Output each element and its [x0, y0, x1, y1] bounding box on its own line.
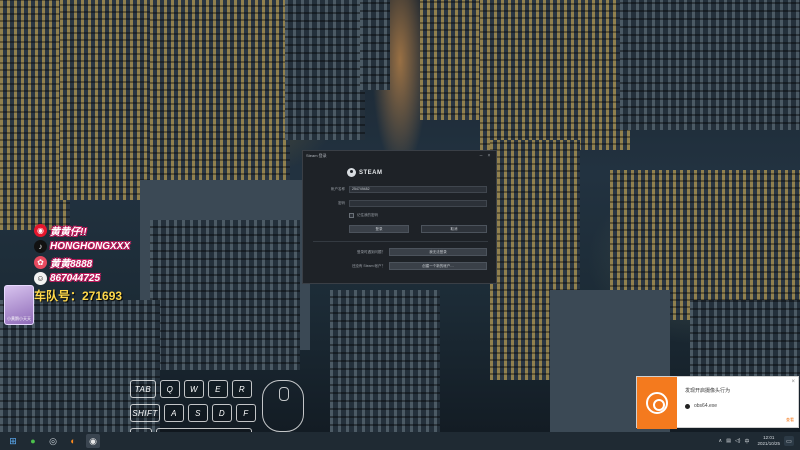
key-s: S — [188, 404, 208, 422]
network-icon[interactable]: ▤ — [726, 438, 731, 444]
create-account-button[interactable]: 创建一个新的帐户… — [389, 262, 487, 270]
password-label: 密码 — [338, 201, 345, 205]
password-row: 密码 — [303, 200, 498, 207]
building — [150, 0, 290, 180]
other-handle: 黄黄8888 — [50, 258, 93, 270]
steam-login-dialog: Steam 登录 – × STEAM 帐户名称 254749482 密码 记住我… — [302, 150, 497, 284]
cancel-button[interactable]: 取消 — [421, 225, 487, 233]
douyin-line: ♪ HONGHONGXXX — [34, 238, 130, 254]
steam-icon — [347, 168, 356, 177]
key-q: Q — [160, 380, 180, 398]
close-icon[interactable]: × — [791, 379, 795, 385]
windows-start-icon[interactable]: ⊞ — [6, 434, 20, 448]
360-icon[interactable]: ● — [26, 434, 40, 448]
building — [480, 0, 630, 150]
key-r: R — [232, 380, 252, 398]
obs-icon[interactable]: ◉ — [86, 434, 100, 448]
close-icon[interactable]: × — [485, 153, 493, 159]
dialog-titlebar[interactable]: Steam 登录 – × — [303, 151, 496, 161]
view-link[interactable]: 查看 — [786, 417, 794, 423]
account-name-input[interactable]: 254749482 — [349, 186, 487, 193]
notification-title: 发现开启摄像头行为 — [685, 388, 731, 394]
key-d: D — [212, 404, 232, 422]
streamer-avatar: 小黄鹅小天天 — [4, 285, 34, 325]
firefox-icon[interactable]: ◐ — [66, 434, 80, 448]
minimize-icon[interactable]: – — [477, 153, 485, 159]
other-line: ✿ 黄黄8888 — [34, 254, 130, 270]
notification-center-icon[interactable]: ▭ — [784, 436, 794, 446]
key-tab: TAB — [130, 380, 156, 398]
weibo-handle: 黄黄仔!! — [50, 226, 87, 238]
mouse-icon — [262, 380, 304, 432]
building — [420, 0, 480, 120]
notification-process: obs64.exe — [685, 403, 717, 409]
password-input[interactable] — [349, 200, 487, 207]
account-row: 帐户名称 254749482 — [303, 186, 498, 193]
forgot-row: 登录时遇到问题？ 我无法登录 — [303, 248, 498, 256]
douyin-icon: ♪ — [34, 239, 47, 253]
building — [150, 220, 300, 370]
key-shift: SHIFT — [130, 404, 160, 422]
process-name: obs64.exe — [694, 403, 718, 409]
volume-icon[interactable]: ◁) — [735, 438, 741, 444]
obs-icon — [685, 403, 690, 409]
remember-label: 记住我的密码 — [357, 213, 378, 217]
streamer-overlay: ◉ 黄黄仔!! ♪ HONGHONGXXX ✿ 黄黄8888 ☺ 8670447… — [34, 222, 130, 286]
system-tray: ∧ ▤ ◁) 中 12:01 2021/10/25 ▭ — [719, 432, 794, 450]
steam-wordmark: STEAM — [359, 169, 383, 176]
app-icon: ✿ — [34, 255, 47, 269]
weibo-line: ◉ 黄黄仔!! — [34, 222, 130, 238]
key-a: A — [164, 404, 184, 422]
douyin-handle: HONGHONGXXX — [50, 240, 131, 252]
steam-icon[interactable]: ◎ — [46, 434, 60, 448]
avatar-caption: 小黄鹅小天天 — [7, 316, 31, 321]
dialog-title: Steam 登录 — [306, 153, 327, 158]
building — [360, 0, 390, 90]
chevron-up-icon[interactable]: ∧ — [719, 438, 723, 444]
forgot-question: 登录时遇到问题？ — [357, 249, 385, 254]
create-account-row: 还没有 Steam 帐户？ 创建一个新的帐户… — [303, 262, 498, 270]
login-button[interactable]: 登录 — [349, 225, 409, 233]
building — [285, 0, 365, 140]
camera-icon — [637, 377, 677, 429]
key-f: F — [236, 404, 256, 422]
building — [330, 290, 440, 432]
qq-line: ☺ 867044725 — [34, 270, 130, 286]
building — [620, 0, 800, 130]
steam-logo: STEAM — [347, 168, 383, 177]
no-account-question: 还没有 Steam 帐户？ — [351, 263, 385, 268]
building — [690, 300, 800, 380]
ime-icon[interactable]: 中 — [744, 438, 749, 445]
team-number: 车队号：271693 — [34, 289, 123, 303]
key-w: W — [184, 380, 204, 398]
key-e: E — [208, 380, 228, 398]
taskbar: ⊞ ● ◎ ◐ ◉ ∧ ▤ ◁) 中 12:01 2021/10/25 ▭ — [0, 432, 800, 450]
account-label: 帐户名称 — [331, 187, 345, 191]
remember-checkbox[interactable] — [349, 213, 354, 218]
qq-icon: ☺ — [34, 271, 47, 285]
qq-number: 867044725 — [50, 272, 101, 284]
login-buttons-row: 登录 取消 — [303, 225, 498, 233]
clock[interactable]: 12:01 2021/10/25 — [757, 435, 780, 447]
camera-notification[interactable]: 发现开启摄像头行为 obs64.exe × 查看 — [636, 376, 799, 429]
remember-row: 记住我的密码 — [303, 213, 498, 218]
divider — [313, 241, 488, 242]
weibo-icon: ◉ — [34, 223, 47, 237]
forgot-button[interactable]: 我无法登录 — [389, 248, 487, 256]
clock-date: 2021/10/25 — [757, 441, 780, 446]
